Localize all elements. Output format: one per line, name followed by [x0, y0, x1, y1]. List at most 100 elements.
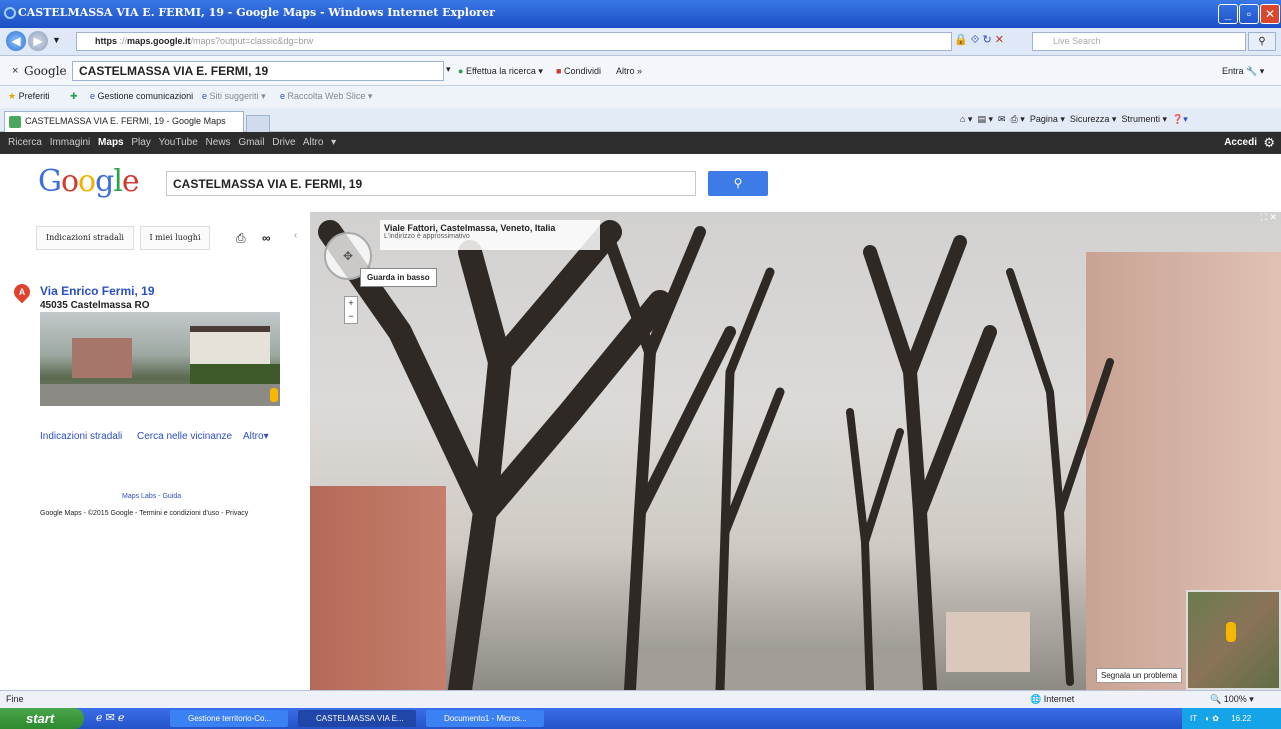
more-button[interactable]: Altro » [616, 66, 642, 76]
favorites-button[interactable]: ★ Preferiti [8, 91, 50, 102]
security-zone: 🌐 Internet [1030, 694, 1075, 704]
my-places-button[interactable]: I miei luoghi [140, 226, 210, 250]
nav-drive[interactable]: Drive [272, 137, 295, 148]
location-note: L'indirizzo è approssimativo [384, 233, 470, 240]
feeds-icon[interactable]: ▤ ▾ [977, 114, 993, 124]
location-info-box: Viale Fattori, Castelmassa, Veneto, Ital… [380, 220, 600, 250]
lock-icon[interactable]: 🔒 [954, 34, 968, 46]
url-prefix: https [95, 36, 117, 46]
maps-search-button[interactable]: ⚲ [708, 171, 768, 196]
link-directions[interactable]: Indicazioni stradali [40, 431, 122, 442]
close-window-button[interactable]: ✕ [1260, 4, 1280, 24]
street-view-thumbnail[interactable] [40, 312, 280, 406]
task-gestione-territorio[interactable]: Gestione territorio-Co... [170, 710, 288, 727]
search-go-icon[interactable]: ⚲ [1248, 32, 1276, 51]
home-icon[interactable]: ⌂ ▾ [960, 114, 972, 124]
quick-launch-icons[interactable]: ℯ ✉ ℯ [96, 711, 124, 724]
fav-gestione-comunicazioni[interactable]: e Gestione comunicazioni [90, 91, 193, 101]
fav-raccolta-web-slice[interactable]: e Raccolta Web Slice ▾ [280, 91, 372, 102]
new-tab-button[interactable] [246, 115, 270, 132]
favorites-bar: ★ Preferiti ✚ e Gestione comunicazioni e… [0, 86, 1281, 108]
toolbar-search-input[interactable]: CASTELMASSA VIA E. FERMI, 19 [72, 61, 444, 81]
close-toolbar-icon[interactable]: × [12, 65, 18, 77]
search-icon: ⚲ [733, 176, 743, 190]
url-path: /maps?output=classic&dg=brw [190, 36, 314, 46]
nav-maps[interactable]: Maps [98, 137, 124, 148]
nav-immagini[interactable]: Immagini [50, 137, 91, 148]
system-tray: IT ◐ ✿ 16.22 [1182, 708, 1281, 729]
report-problem-link[interactable]: Segnala un problema [1096, 668, 1183, 683]
address-actions: 🔒 ⟐ ↻ ✕ [954, 33, 1004, 47]
street-view-panorama[interactable]: Viale Fattori, Castelmassa, Veneto, Ital… [310, 212, 1281, 690]
refresh-icon[interactable]: ↻ [983, 34, 992, 46]
maximize-button[interactable]: ▫ [1239, 4, 1259, 24]
add-favorite-icon[interactable]: ✚ [70, 91, 78, 102]
live-search-input[interactable]: Live Search [1032, 32, 1246, 51]
stop-icon[interactable]: ✕ [995, 34, 1004, 46]
effettua-ricerca-button[interactable]: ● Effettua la ricerca ▾ [458, 66, 543, 77]
result-address-title[interactable]: Via Enrico Fermi, 19 [40, 284, 155, 298]
signin-button[interactable]: Entra 🔧 ▾ [1222, 66, 1264, 77]
maps-favicon [9, 116, 21, 128]
collapse-panel-icon[interactable]: ‹ [294, 230, 297, 241]
gear-icon[interactable]: ⚙ [1263, 135, 1275, 151]
accedi-button[interactable]: Accedi [1224, 137, 1257, 148]
print-icon[interactable]: ⎙ [236, 231, 246, 246]
history-dropdown-icon[interactable]: ▼ [52, 35, 61, 45]
nav-news[interactable]: News [206, 137, 231, 148]
marker-a-icon[interactable]: A [10, 280, 34, 304]
share-button[interactable]: ■ Condividi [556, 66, 601, 76]
clock[interactable]: 16.22 [1231, 714, 1251, 723]
task-word-document[interactable]: Documento1 - Micros... [426, 710, 544, 727]
nav-gmail[interactable]: Gmail [238, 137, 264, 148]
google-logo[interactable]: Google [38, 164, 140, 199]
link-more[interactable]: Altro▾ [243, 431, 269, 442]
google-toolbar: × Google CASTELMASSA VIA E. FERMI, 19 ▾ … [0, 56, 1281, 86]
google-toolbar-logo: Google [24, 64, 67, 78]
zoom-level[interactable]: 🔍 100% ▾ [1210, 694, 1254, 705]
fav-siti-suggeriti[interactable]: e Siti suggeriti ▾ [202, 91, 266, 102]
security-menu[interactable]: Sicurezza ▾ [1070, 114, 1117, 124]
status-bar: Fine 🌐 Internet 🔍 100% ▾ [0, 690, 1281, 708]
task-ie-castelmassa[interactable]: CASTELMASSA VIA E... [298, 710, 416, 727]
tab-google-maps[interactable]: CASTELMASSA VIA E. FERMI, 19 - Google Ma… [4, 111, 244, 132]
window-title-bar[interactable]: CASTELMASSA VIA E. FERMI, 19 - Google Ma… [0, 0, 1281, 28]
window-title: CASTELMASSA VIA E. FERMI, 19 - Google Ma… [18, 6, 495, 19]
language-indicator[interactable]: IT [1190, 714, 1197, 723]
tray-icons[interactable]: ◐ ✿ [1205, 714, 1219, 723]
url-input[interactable]: https ://maps.google.it/maps?output=clas… [76, 32, 952, 51]
tools-menu[interactable]: Strumenti ▾ [1121, 114, 1167, 124]
back-button[interactable]: ◀ [6, 31, 26, 51]
look-down-tooltip: Guarda in basso [360, 268, 437, 287]
minimize-button[interactable]: _ [1218, 4, 1238, 24]
status-text: Fine [6, 694, 24, 704]
mini-map[interactable] [1186, 590, 1281, 690]
fullscreen-close-icon[interactable]: ⛶ ✕ [1261, 212, 1277, 223]
start-button[interactable]: start [0, 708, 84, 729]
footer-links[interactable]: Maps Labs - Guida [122, 493, 181, 500]
pegman-icon[interactable] [1226, 622, 1236, 642]
result-address-postal: 45035 Castelmassa RO [40, 300, 150, 311]
search-dropdown-icon[interactable]: ▾ [446, 64, 451, 75]
footer-copyright[interactable]: Google Maps - ©2015 Google - Termini e c… [40, 510, 248, 517]
help-icon[interactable]: ❓▾ [1172, 114, 1188, 124]
location-name: Viale Fattori, Castelmassa, Veneto, Ital… [384, 223, 556, 233]
nav-play[interactable]: Play [131, 137, 150, 148]
mail-icon[interactable]: ✉ [998, 114, 1006, 124]
zoom-control[interactable]: + − [344, 296, 358, 324]
print-icon[interactable]: ⎙ ▾ [1011, 114, 1025, 124]
compat-view-icon[interactable]: ⟐ [971, 34, 980, 46]
pegman-icon[interactable] [270, 388, 278, 402]
nav-altro[interactable]: Altro ▾ [303, 137, 336, 148]
link-icon[interactable]: ∞ [262, 231, 271, 245]
forward-button[interactable]: ▶ [28, 31, 48, 51]
directions-button[interactable]: Indicazioni stradali [36, 226, 134, 250]
nav-youtube[interactable]: YouTube [158, 137, 197, 148]
nav-ricerca[interactable]: Ricerca [8, 137, 42, 148]
taskbar: start ℯ ✉ ℯ Gestione territorio-Co... CA… [0, 708, 1281, 729]
trees [318, 220, 1114, 690]
tab-row: CASTELMASSA VIA E. FERMI, 19 - Google Ma… [0, 108, 1281, 132]
page-menu[interactable]: Pagina ▾ [1030, 114, 1065, 124]
link-nearby[interactable]: Cerca nelle vicinanze [137, 431, 232, 442]
maps-search-input[interactable]: CASTELMASSA VIA E. FERMI, 19 [166, 171, 696, 196]
